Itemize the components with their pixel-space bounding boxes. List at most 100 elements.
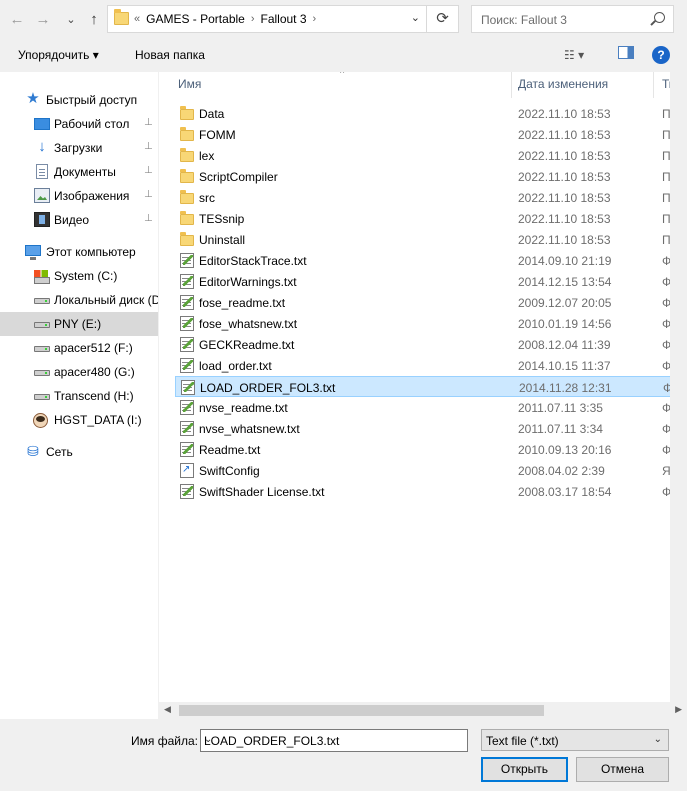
file-row[interactable]: SwiftConfig2008.04.02 2:39Ярлы bbox=[175, 460, 687, 481]
file-row[interactable]: load_order.txt2014.10.15 11:37Файл bbox=[175, 355, 687, 376]
file-row[interactable]: Uninstall2022.11.10 18:53Папк bbox=[175, 229, 687, 250]
column-divider[interactable] bbox=[653, 72, 654, 98]
filename-input[interactable]: LOAD_ORDER_FOL3.txt ⌄ bbox=[200, 729, 468, 752]
drive-icon bbox=[34, 346, 50, 352]
chevron-right-icon[interactable]: › bbox=[313, 13, 317, 25]
sidebar-item-label: apacer512 (F:) bbox=[54, 341, 133, 355]
pin-icon[interactable]: ⊥ bbox=[144, 141, 153, 152]
sidebar-item-drive-d[interactable]: Локальный диск (D bbox=[0, 288, 158, 312]
sidebar-item-downloads[interactable]: ↓ Загрузки ⊥ bbox=[0, 136, 158, 160]
sidebar-item-quick-access[interactable]: ★ Быстрый доступ bbox=[0, 88, 158, 112]
desktop-icon bbox=[34, 118, 50, 130]
file-list[interactable]: ^ Имя Дата изменения Тип Data2022.11.10 … bbox=[159, 72, 687, 719]
chevron-down-icon[interactable]: ⌄ bbox=[204, 734, 463, 745]
filetype-select[interactable]: Text file (*.txt) ⌄ bbox=[481, 729, 669, 751]
sidebar-item-this-pc[interactable]: Этот компьютер bbox=[0, 240, 158, 264]
text-file-icon bbox=[180, 253, 194, 268]
sidebar-item-drive-f[interactable]: apacer512 (F:) bbox=[0, 336, 158, 360]
column-divider[interactable] bbox=[511, 72, 512, 98]
file-date: 2008.03.17 18:54 bbox=[518, 485, 612, 499]
breadcrumb-overflow[interactable]: « bbox=[134, 13, 140, 25]
vertical-scrollbar[interactable] bbox=[670, 72, 687, 702]
sidebar-item-label: apacer480 (G:) bbox=[54, 365, 135, 379]
drive-icon bbox=[34, 298, 50, 304]
recent-locations-button[interactable]: ⌄ bbox=[60, 10, 82, 30]
file-date: 2008.12.04 11:39 bbox=[518, 338, 611, 352]
sidebar-item-drive-h[interactable]: Transcend (H:) bbox=[0, 384, 158, 408]
file-row[interactable]: FOMM2022.11.10 18:53Папк bbox=[175, 124, 687, 145]
cancel-button[interactable]: Отмена bbox=[576, 757, 669, 782]
open-button[interactable]: Открыть bbox=[481, 757, 568, 782]
file-row[interactable]: LOAD_ORDER_FOL3.txt2014.11.28 12:31Файл bbox=[175, 376, 687, 397]
refresh-button[interactable]: ⟳ bbox=[427, 5, 459, 33]
address-bar[interactable]: « GAMES - Portable › Fallout 3 › ⌄ bbox=[107, 5, 427, 33]
download-icon: ↓ bbox=[38, 138, 46, 155]
breadcrumb-item[interactable]: GAMES - Portable bbox=[146, 12, 245, 26]
scroll-left-icon[interactable]: ◀ bbox=[164, 704, 171, 715]
sidebar-item-drive-i[interactable]: HGST_DATA (I:) bbox=[0, 408, 158, 432]
folder-icon bbox=[180, 169, 194, 183]
file-row[interactable]: nvse_whatsnew.txt2011.07.11 3:34Файл bbox=[175, 418, 687, 439]
sidebar-item-documents[interactable]: Документы ⊥ bbox=[0, 160, 158, 184]
documents-icon bbox=[36, 164, 48, 179]
column-header-date[interactable]: Дата изменения bbox=[518, 77, 608, 91]
shortcut-icon bbox=[180, 463, 194, 478]
horizontal-scrollbar[interactable]: ◀ ▶ bbox=[159, 702, 687, 719]
file-row[interactable]: src2022.11.10 18:53Папк bbox=[175, 187, 687, 208]
file-row[interactable]: EditorWarnings.txt2014.12.15 13:54Файл bbox=[175, 271, 687, 292]
search-placeholder: Поиск: Fallout 3 bbox=[481, 13, 567, 27]
sidebar-item-video[interactable]: Видео ⊥ bbox=[0, 208, 158, 232]
view-options-button[interactable]: ☷ ▾ bbox=[564, 48, 584, 62]
file-row[interactable]: SwiftShader License.txt2008.03.17 18:54Ф… bbox=[175, 481, 687, 502]
file-row[interactable]: Data2022.11.10 18:53Папк bbox=[175, 103, 687, 124]
new-folder-button[interactable]: Новая папка bbox=[135, 48, 205, 62]
pin-icon[interactable]: ⊥ bbox=[144, 165, 153, 176]
preview-pane-button[interactable] bbox=[618, 46, 634, 59]
sidebar-item-pictures[interactable]: Изображения ⊥ bbox=[0, 184, 158, 208]
pin-icon[interactable]: ⊥ bbox=[144, 117, 153, 128]
organize-button[interactable]: Упорядочить ▾ bbox=[18, 48, 99, 62]
file-row[interactable]: Readme.txt2010.09.13 20:16Файл bbox=[175, 439, 687, 460]
file-name: ScriptCompiler bbox=[199, 170, 278, 184]
file-row[interactable]: nvse_readme.txt2011.07.11 3:35Файл bbox=[175, 397, 687, 418]
search-icon[interactable] bbox=[654, 12, 665, 23]
scroll-right-icon[interactable]: ▶ bbox=[675, 704, 682, 715]
chevron-down-icon[interactable]: ⌄ bbox=[411, 11, 420, 24]
file-row[interactable]: ScriptCompiler2022.11.10 18:53Папк bbox=[175, 166, 687, 187]
search-input[interactable]: Поиск: Fallout 3 bbox=[471, 5, 674, 33]
pin-icon[interactable]: ⊥ bbox=[144, 189, 153, 200]
sidebar-item-drive-c[interactable]: System (C:) bbox=[0, 264, 158, 288]
forward-button[interactable]: → bbox=[32, 10, 54, 30]
breadcrumb-item[interactable]: Fallout 3 bbox=[261, 12, 307, 26]
file-row[interactable]: EditorStackTrace.txt2014.09.10 21:19Файл bbox=[175, 250, 687, 271]
text-file-icon bbox=[180, 358, 194, 373]
sidebar-item-network[interactable]: ⛁ Сеть bbox=[0, 440, 158, 464]
file-row[interactable]: fose_whatsnew.txt2010.01.19 14:56Файл bbox=[175, 313, 687, 334]
back-button[interactable]: ← bbox=[6, 10, 28, 30]
chevron-right-icon[interactable]: › bbox=[251, 13, 255, 25]
file-name: SwiftConfig bbox=[199, 464, 260, 478]
computer-icon bbox=[25, 245, 41, 260]
scrollbar-thumb[interactable] bbox=[179, 705, 544, 716]
text-file-icon bbox=[181, 380, 195, 395]
system-drive-icon bbox=[34, 270, 50, 284]
file-row[interactable]: TESsnip2022.11.10 18:53Папк bbox=[175, 208, 687, 229]
sidebar-item-drive-g[interactable]: apacer480 (G:) bbox=[0, 360, 158, 384]
sidebar-item-desktop[interactable]: Рабочий стол ⊥ bbox=[0, 112, 158, 136]
file-name: Uninstall bbox=[199, 233, 246, 247]
file-date: 2022.11.10 18:53 bbox=[518, 212, 611, 226]
sidebar-item-drive-e[interactable]: PNY (E:) bbox=[0, 312, 158, 336]
file-row[interactable]: fose_readme.txt2009.12.07 20:05Файл bbox=[175, 292, 687, 313]
text-file-icon bbox=[180, 421, 194, 436]
up-button[interactable]: ↑ bbox=[83, 10, 105, 30]
chevron-down-icon[interactable]: ⌄ bbox=[654, 734, 662, 745]
navigation-pane[interactable]: ★ Быстрый доступ Рабочий стол ⊥ ↓ Загруз… bbox=[0, 72, 158, 719]
sidebar-item-label: Локальный диск (D bbox=[54, 293, 158, 307]
pin-icon[interactable]: ⊥ bbox=[144, 213, 153, 224]
column-header-name[interactable]: Имя bbox=[178, 77, 201, 91]
help-button[interactable]: ? bbox=[652, 46, 670, 64]
drive-icon bbox=[34, 370, 50, 376]
folder-icon bbox=[180, 106, 194, 120]
file-row[interactable]: lex2022.11.10 18:53Папк bbox=[175, 145, 687, 166]
file-row[interactable]: GECKReadme.txt2008.12.04 11:39Файл bbox=[175, 334, 687, 355]
